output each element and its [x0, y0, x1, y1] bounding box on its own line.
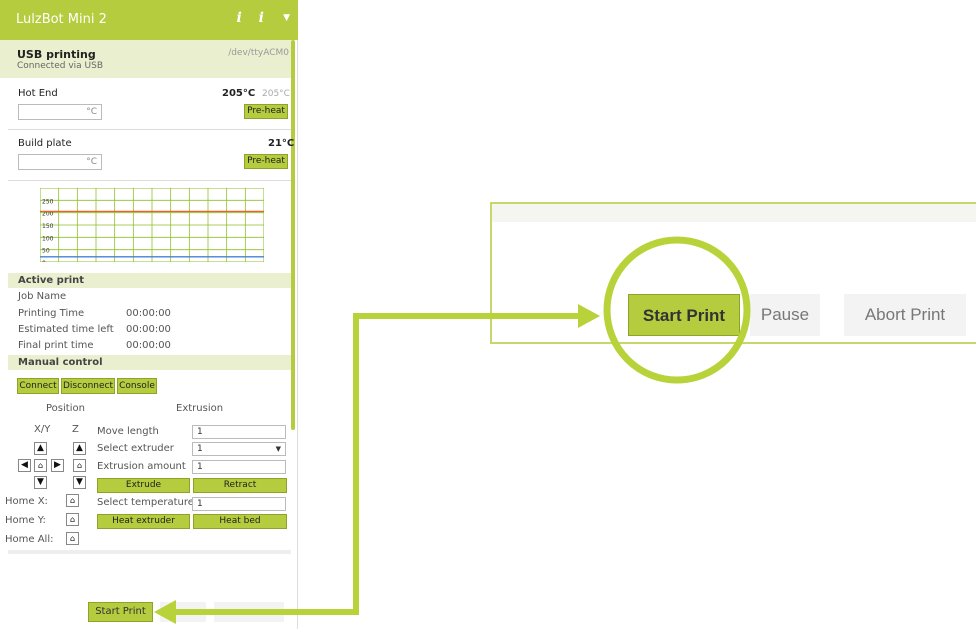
- highlight-circle: [603, 236, 751, 384]
- arrow-right-head: [578, 304, 600, 328]
- annotation-overlay: [154, 236, 751, 624]
- arrow-left-head: [154, 600, 176, 624]
- connector-line: [173, 313, 580, 615]
